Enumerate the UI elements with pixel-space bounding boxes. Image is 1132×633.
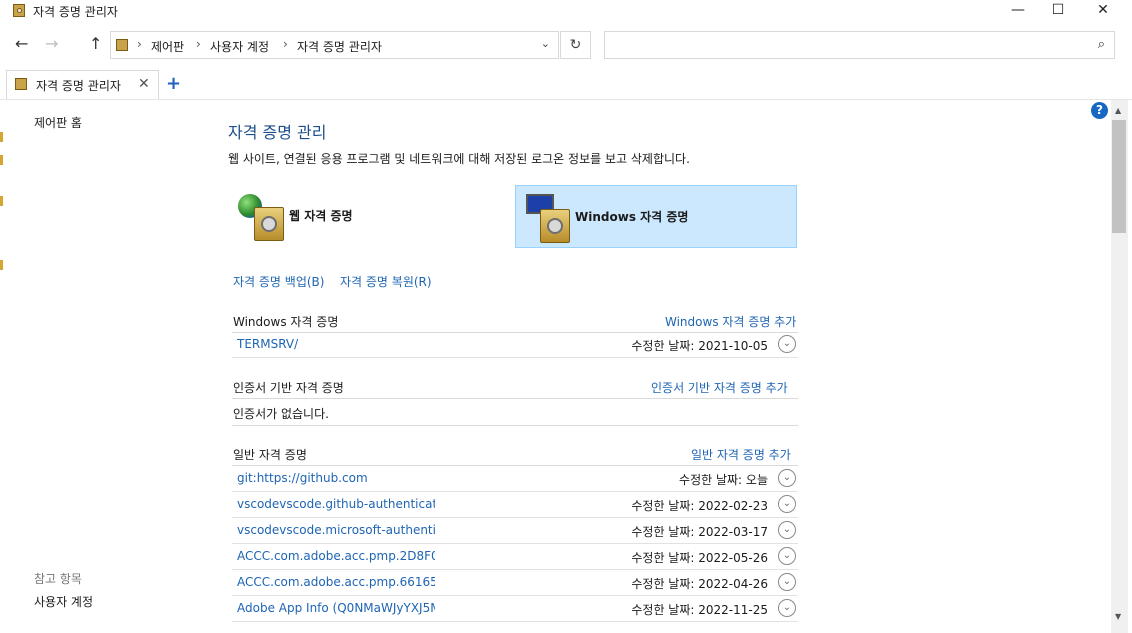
chevron-down-icon[interactable]: ⌄ <box>778 521 796 539</box>
back-button[interactable]: ← <box>15 34 28 53</box>
windows-credentials-heading: Windows 자격 증명 <box>233 315 339 329</box>
backup-credentials-link[interactable]: 자격 증명 백업(B) <box>233 273 324 290</box>
vault-icon <box>540 209 570 243</box>
breadcrumb-separator: › <box>137 37 142 51</box>
credential-name[interactable]: TERMSRV/ <box>237 337 298 351</box>
credential-modified-date: 수정한 날짜: 2022-03-17 <box>631 525 768 539</box>
tab-divider <box>0 99 1132 100</box>
control-panel-icon <box>116 39 128 51</box>
close-icon[interactable]: ✕ <box>138 76 150 92</box>
new-tab-button[interactable]: + <box>166 73 181 94</box>
credential-modified-date: 수정한 날짜: 오늘 <box>679 473 768 487</box>
credential-modified-date: 수정한 날짜: 2022-04-26 <box>631 577 768 591</box>
breadcrumb-credential-manager[interactable]: 자격 증명 관리자 <box>297 38 382 55</box>
credential-modified-date: 수정한 날짜: 2021-10-05 <box>631 339 768 353</box>
search-input[interactable]: ⌕ <box>604 31 1115 59</box>
control-panel-home-link[interactable]: 제어판 홈 <box>34 114 82 131</box>
add-generic-credential-link[interactable]: 일반 자격 증명 추가 <box>691 446 791 463</box>
breadcrumb-control-panel[interactable]: 제어판 <box>151 38 184 55</box>
chevron-down-icon[interactable]: ⌄ <box>778 469 796 487</box>
credential-row[interactable]: Adobe App Info (Q0NMaWJyYXJ5M 수정한 날짜: 20… <box>232 596 798 622</box>
credential-modified-date: 수정한 날짜: 2022-11-25 <box>631 603 768 617</box>
section-divider <box>232 398 798 399</box>
edge-mark <box>0 132 3 142</box>
credential-name[interactable]: Adobe App Info (Q0NMaWJyYXJ5M <box>237 601 435 615</box>
credential-name[interactable]: vscodevscode.github-authentication/githu… <box>237 497 435 511</box>
breadcrumb-user-accounts[interactable]: 사용자 계정 <box>210 38 269 55</box>
web-credentials-label: 웹 자격 증명 <box>289 209 353 223</box>
credential-manager-icon <box>15 78 27 90</box>
forward-button[interactable]: → <box>45 34 58 53</box>
chevron-down-icon[interactable]: ⌄ <box>778 547 796 565</box>
breadcrumb-separator[interactable]: › <box>283 37 288 51</box>
see-also-heading: 참고 항목 <box>34 572 82 586</box>
add-windows-credential-link[interactable]: Windows 자격 증명 추가 <box>665 313 796 330</box>
chevron-down-icon[interactable]: ⌄ <box>778 573 796 591</box>
page-description: 웹 사이트, 연결된 응용 프로그램 및 네트워크에 대해 저장된 로그온 정보… <box>228 152 690 166</box>
chevron-down-icon[interactable]: ⌄ <box>778 599 796 617</box>
search-icon[interactable]: ⌕ <box>1098 37 1105 52</box>
edge-mark <box>0 155 3 165</box>
page-title: 자격 증명 관리 <box>228 123 327 142</box>
refresh-button[interactable]: ↻ <box>560 31 591 59</box>
credential-row[interactable]: ACCC.com.adobe.acc.pmp.2D8F06 수정한 날짜: 20… <box>232 544 798 570</box>
windows-credentials-label: Windows 자격 증명 <box>575 210 689 224</box>
tab-credential-manager[interactable]: 자격 증명 관리자 ✕ <box>6 70 159 99</box>
credential-modified-date: 수정한 날짜: 2022-05-26 <box>631 551 768 565</box>
address-bar[interactable]: › 제어판 › 사용자 계정 › 자격 증명 관리자 ⌄ <box>110 31 559 59</box>
web-credentials-button[interactable]: 웹 자격 증명 <box>232 185 514 248</box>
credential-name[interactable]: git:https://github.com <box>237 471 368 485</box>
credential-name[interactable]: vscodevscode.microsoft-authentica <box>237 523 435 537</box>
maximize-button[interactable]: ☐ <box>1035 0 1081 22</box>
credential-row[interactable]: vscodevscode.github-authentication/githu… <box>232 492 798 518</box>
certificate-credentials-heading: 인증서 기반 자격 증명 <box>233 381 344 395</box>
scrollbar-thumb[interactable] <box>1112 120 1126 233</box>
credential-manager-icon <box>13 4 25 17</box>
vault-icon <box>254 207 284 241</box>
credential-modified-date: 수정한 날짜: 2022-02-23 <box>631 499 768 513</box>
edge-mark <box>0 260 3 270</box>
no-certificates-text: 인증서가 없습니다. <box>233 407 329 421</box>
breadcrumb-separator[interactable]: › <box>196 37 201 51</box>
edge-mark <box>0 196 3 206</box>
user-accounts-link[interactable]: 사용자 계정 <box>34 593 93 610</box>
credential-row[interactable]: TERMSRV/ 수정한 날짜: 2021-10-05 ⌄ <box>232 332 798 358</box>
window-title: 자격 증명 관리자 <box>33 5 118 19</box>
scroll-down-icon[interactable]: ▼ <box>1115 612 1121 621</box>
chevron-down-icon[interactable]: ⌄ <box>778 335 796 353</box>
add-certificate-credential-link[interactable]: 인증서 기반 자격 증명 추가 <box>651 379 788 396</box>
restore-credentials-link[interactable]: 자격 증명 복원(R) <box>340 273 432 290</box>
tab-label: 자격 증명 관리자 <box>36 79 121 93</box>
credential-row[interactable]: ACCC.com.adobe.acc.pmp.661656 수정한 날짜: 20… <box>232 570 798 596</box>
credential-row[interactable]: git:https://github.com 수정한 날짜: 오늘 ⌄ <box>232 466 798 492</box>
up-button[interactable]: ↑ <box>89 34 102 53</box>
chevron-down-icon[interactable]: ⌄ <box>778 495 796 513</box>
generic-credentials-heading: 일반 자격 증명 <box>233 448 307 462</box>
credential-row[interactable]: vscodevscode.microsoft-authentica 수정한 날짜… <box>232 518 798 544</box>
windows-credentials-button[interactable]: Windows 자격 증명 <box>515 185 797 248</box>
chevron-down-icon[interactable]: ⌄ <box>541 37 550 50</box>
title-bar: 자격 증명 관리자 — ☐ ✕ <box>0 0 1132 24</box>
section-divider <box>232 425 798 426</box>
scroll-up-icon[interactable]: ▲ <box>1115 106 1121 115</box>
help-icon[interactable]: ? <box>1091 102 1108 119</box>
close-button[interactable]: ✕ <box>1080 0 1126 22</box>
credential-name[interactable]: ACCC.com.adobe.acc.pmp.661656 <box>237 575 435 589</box>
credential-name[interactable]: ACCC.com.adobe.acc.pmp.2D8F06 <box>237 549 435 563</box>
